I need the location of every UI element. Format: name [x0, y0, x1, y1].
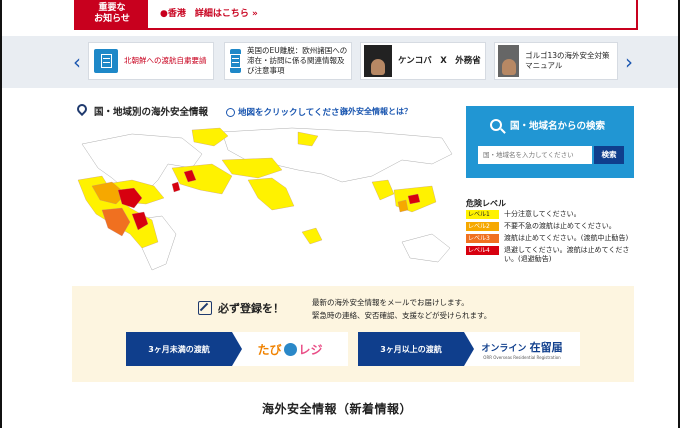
carousel-next-button[interactable]: ›	[622, 50, 636, 74]
tabireji-logo: たび レジ	[232, 332, 348, 366]
search-icon	[490, 119, 502, 131]
edit-icon	[198, 301, 212, 315]
legend-level-3: レベル3 渡航は止めてください。(渡航中止勧告)	[466, 234, 628, 243]
online-logo-text-a: オンライン	[481, 343, 527, 354]
banner-card-brexit[interactable]: 英国のEU離脱：欧州諸国への滞在・訪問に係る関連情報及び注意事項	[224, 42, 352, 80]
level-text: 退避してください。渡航は止めてください。(退避勧告)	[504, 246, 630, 263]
banner-card-kenkoba[interactable]: ケンコバ X 外務省	[360, 42, 486, 80]
search-panel-title: 国・地域名からの検索	[490, 118, 605, 132]
globe-icon	[283, 342, 297, 356]
legend-level-1: レベル1 十分注意してください。	[466, 210, 581, 219]
important-notice-box: 重要な お知らせ ●香港 詳細はこちら »	[74, 0, 638, 30]
banner-card-label: ケンコバ X 外務省	[398, 56, 481, 66]
level-text: 十分注意してください。	[504, 210, 581, 218]
map-section-title: 国・地域別の海外安全情報	[76, 104, 208, 118]
risk-legend-title: 危険レベル	[466, 199, 506, 208]
registration-desc-line1: 最新の海外安全情報をメールでお届けします。	[312, 298, 469, 307]
registration-title-text: 必ず登録を！	[218, 302, 284, 315]
short-trip-label: 3ヶ月未満の渡航	[126, 332, 242, 366]
level-text: 不要不急の渡航は止めてください。	[504, 222, 616, 230]
important-notice-link[interactable]: ●香港 詳細はこちら »	[160, 6, 258, 19]
document-icon	[230, 49, 241, 73]
banner-card-label: 英国のEU離脱：欧州諸国への滞在・訪問に係る関連情報及び注意事項	[247, 46, 348, 75]
banner-card-north-korea[interactable]: 北朝鮮への渡航自粛要請	[88, 42, 214, 80]
level-swatch: レベル4	[466, 246, 499, 255]
alert-band: 重要な お知らせ ●香港 詳細はこちら »	[2, 0, 678, 36]
map-title-text: 国・地域別の海外安全情報	[94, 107, 209, 118]
person-photo	[364, 45, 392, 77]
country-search-panel: 国・地域名からの検索 検索	[466, 106, 634, 178]
carousel-prev-button[interactable]: ‹	[70, 50, 84, 74]
level-text: 渡航は止めてください。(渡航中止勧告)	[504, 234, 629, 242]
map-click-link[interactable]: 地図をクリックしてください	[226, 106, 348, 118]
registration-section: 必ず登録を！ 最新の海外安全情報をメールでお届けします。 緊急時の連絡、安否確認…	[72, 286, 634, 382]
manga-photo	[498, 45, 520, 77]
registration-description: 最新の海外安全情報をメールでお届けします。 緊急時の連絡、安否確認、支援などが受…	[312, 296, 491, 322]
legend-level-4: レベル4 退避してください。渡航は止めてください。(退避勧告)	[466, 246, 632, 263]
search-button[interactable]: 検索	[594, 146, 624, 164]
map-click-text: 地図をクリックしてください	[238, 108, 348, 118]
banner-card-golgo13[interactable]: ゴルゴ13の海外安全対策マニュアル	[494, 42, 618, 80]
legend-level-2: レベル2 不要不急の渡航は止めてください。	[466, 222, 616, 231]
online-zairyu-logo: オンライン 在留届 ORR Overseas Residential Regis…	[464, 332, 580, 366]
online-logo-subtitle: ORR Overseas Residential Registration	[483, 354, 561, 360]
level-swatch: レベル1	[466, 210, 499, 219]
world-risk-map[interactable]	[72, 124, 458, 274]
safety-info-link[interactable]: 海外安全情報とは？	[340, 106, 412, 117]
safety-info-text: 海外安全情報とは？	[340, 107, 412, 116]
long-stay-label: 3ヶ月以上の渡航	[358, 332, 474, 366]
level-swatch: レベル3	[466, 234, 499, 243]
online-residence-register-button[interactable]: 3ヶ月以上の渡航 オンライン 在留届 ORR Overseas Resident…	[358, 332, 580, 366]
banner-card-label: 北朝鮮への渡航自粛要請	[124, 56, 207, 65]
cursor-icon	[226, 107, 235, 117]
country-search-input[interactable]	[478, 146, 592, 164]
document-icon	[94, 49, 118, 73]
search-title-text: 国・地域名からの検索	[510, 121, 606, 132]
registration-desc-line2: 緊急時の連絡、安否確認、支援などが受けられます。	[312, 311, 492, 320]
location-pin-icon	[76, 104, 88, 118]
level-swatch: レベル2	[466, 222, 499, 231]
tabireji-logo-text-a: たび	[257, 342, 282, 357]
news-section-title: 海外安全情報（新着情報）	[262, 402, 413, 416]
online-logo-text-b: 在留届	[529, 340, 563, 354]
tabireji-logo-text-b: レジ	[298, 342, 323, 357]
banner-carousel: ‹ 北朝鮮への渡航自粛要請 英国のEU離脱：欧州諸国への滞在・訪問に係る関連情報…	[2, 36, 678, 88]
tabireji-register-button[interactable]: 3ヶ月未満の渡航 たび レジ	[126, 332, 348, 366]
banner-card-label: ゴルゴ13の海外安全対策マニュアル	[525, 51, 610, 70]
important-notice-label: 重要な お知らせ	[76, 0, 148, 28]
registration-title: 必ず登録を！	[198, 300, 284, 316]
